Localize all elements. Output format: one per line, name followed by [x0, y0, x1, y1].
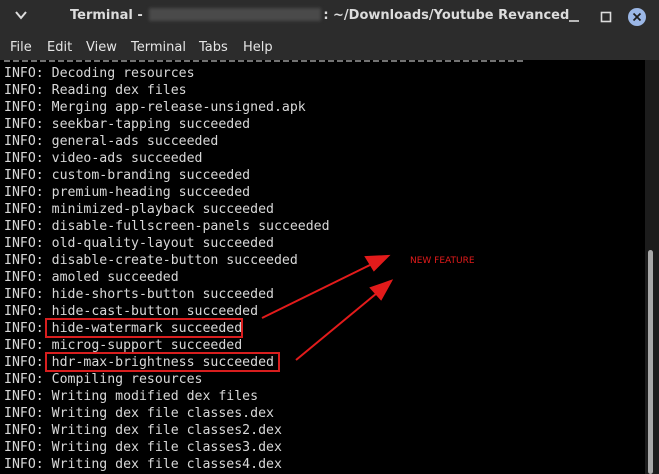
new-feature-label: NEW FEATURE: [410, 256, 475, 266]
arrow-head-upper: [364, 254, 391, 272]
terminal-window: Terminal - : ~/Downloads/Youtube Revance…: [0, 0, 659, 474]
arrow-to-label-lower: [295, 292, 378, 361]
annotation-arrows: [261, 254, 394, 361]
